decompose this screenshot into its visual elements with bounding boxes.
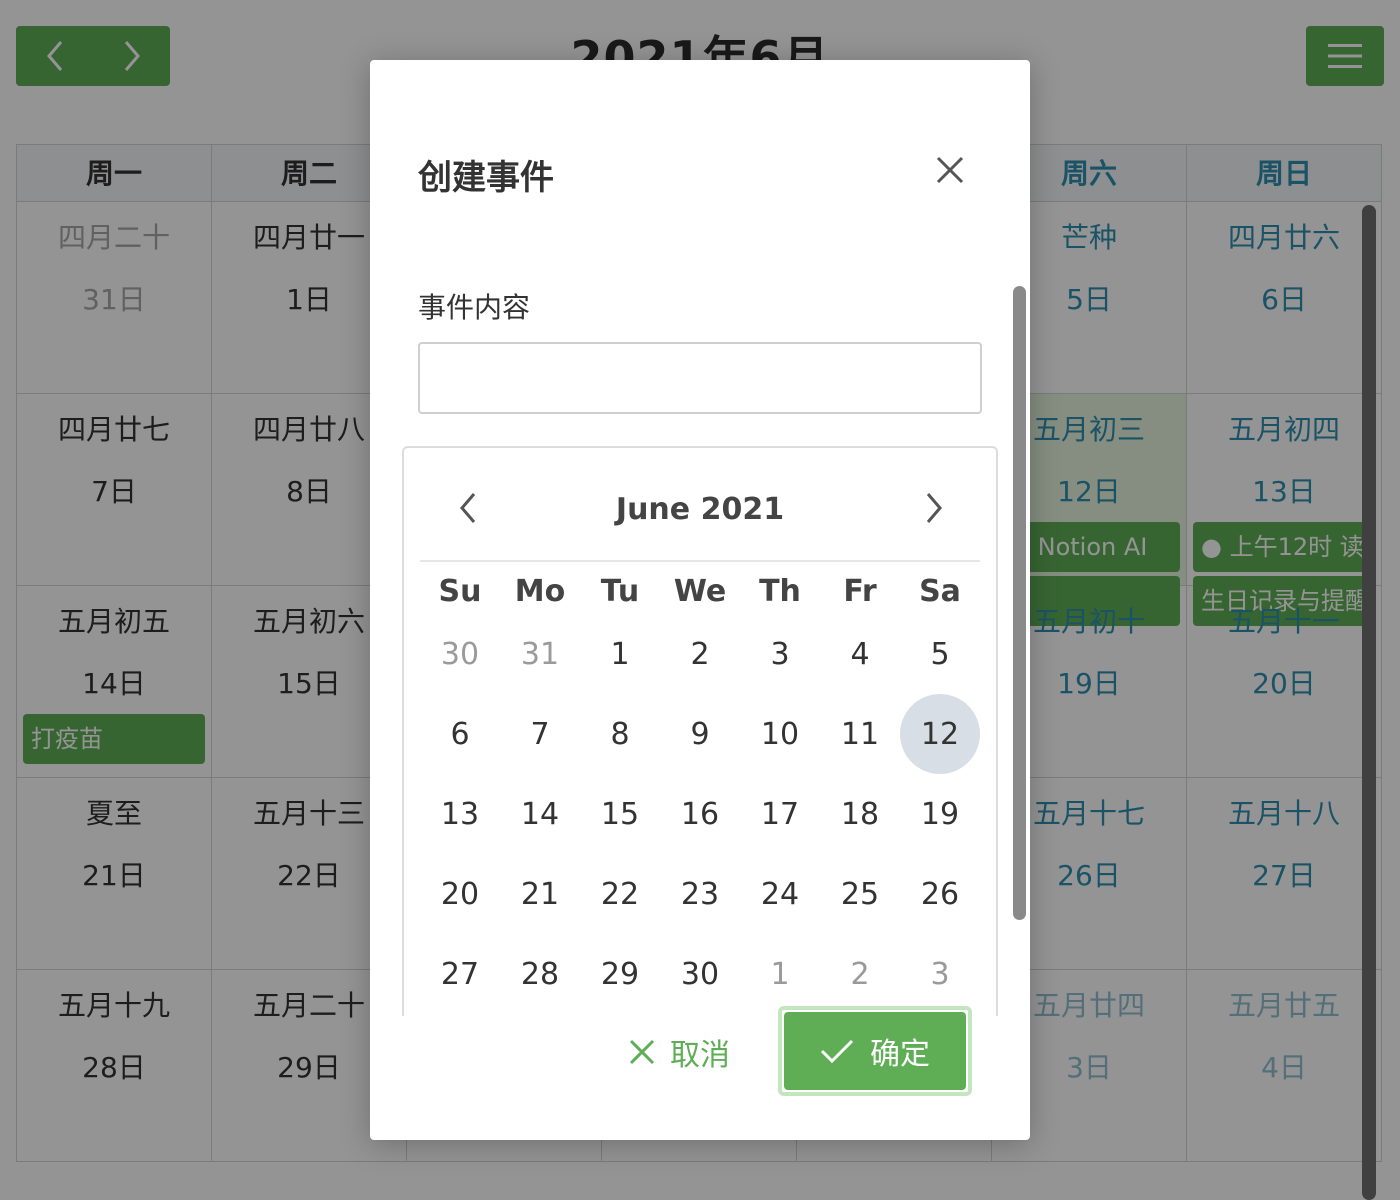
picker-day[interactable]: 18 <box>820 774 900 854</box>
picker-days-grid: 30 31 1 2 3 4 5 6 7 8 9 10 11 12 13 14 15 16 17 18 19 20 21 22 2… <box>420 614 980 1014</box>
picker-next-button[interactable] <box>914 488 954 528</box>
picker-day[interactable]: 15 <box>580 774 660 854</box>
picker-month-label: June 2021 <box>615 492 785 527</box>
picker-day[interactable]: 30 <box>420 614 500 694</box>
picker-day[interactable]: 19 <box>900 774 980 854</box>
picker-day[interactable]: 30 <box>660 934 740 1014</box>
picker-day[interactable]: 17 <box>740 774 820 854</box>
picker-weekday: Th <box>759 574 801 609</box>
picker-day[interactable]: 8 <box>580 694 660 774</box>
picker-day[interactable]: 22 <box>580 854 660 934</box>
picker-day[interactable]: 1 <box>580 614 660 694</box>
picker-weekday: Fr <box>843 574 877 609</box>
picker-day[interactable]: 16 <box>660 774 740 854</box>
close-button[interactable] <box>930 150 970 190</box>
event-content-input[interactable] <box>418 342 982 414</box>
chevron-right-icon <box>926 493 942 523</box>
dialog-scrollbar[interactable] <box>1013 286 1026 920</box>
picker-day[interactable]: 4 <box>820 614 900 694</box>
picker-day[interactable]: 28 <box>500 934 580 1014</box>
picker-day[interactable]: 31 <box>500 614 580 694</box>
picker-header: June 2021 <box>420 448 980 562</box>
cancel-label: 取消 <box>670 1038 730 1073</box>
picker-day[interactable]: 2 <box>820 934 900 1014</box>
picker-day[interactable]: 5 <box>900 614 980 694</box>
picker-weekday: Tu <box>600 574 640 609</box>
check-icon <box>820 1039 854 1064</box>
picker-day[interactable]: 27 <box>420 934 500 1014</box>
picker-day[interactable]: 29 <box>580 934 660 1014</box>
picker-day[interactable]: 10 <box>740 694 820 774</box>
picker-day[interactable]: 3 <box>740 614 820 694</box>
picker-weekday: Su <box>438 574 482 609</box>
picker-day[interactable]: 23 <box>660 854 740 934</box>
picker-day-selected[interactable]: 12 <box>900 694 980 774</box>
picker-day[interactable]: 20 <box>420 854 500 934</box>
close-icon <box>936 156 964 184</box>
picker-day[interactable]: 11 <box>820 694 900 774</box>
x-icon <box>629 1039 655 1065</box>
confirm-button[interactable]: 确定 <box>784 1012 966 1090</box>
picker-day[interactable]: 2 <box>660 614 740 694</box>
picker-day[interactable]: 21 <box>500 854 580 934</box>
dialog-title: 创建事件 <box>418 158 554 198</box>
picker-day[interactable]: 1 <box>740 934 820 1014</box>
picker-day[interactable]: 13 <box>420 774 500 854</box>
picker-day[interactable]: 9 <box>660 694 740 774</box>
picker-day[interactable]: 25 <box>820 854 900 934</box>
picker-day[interactable]: 7 <box>500 694 580 774</box>
create-event-dialog: 创建事件 事件内容 June 2021 Su Mo Tu We Th Fr Sa 30 31 1… <box>370 60 1030 1140</box>
picker-day[interactable]: 24 <box>740 854 820 934</box>
picker-day[interactable]: 14 <box>500 774 580 854</box>
cancel-button[interactable]: 取消 <box>614 1016 744 1088</box>
picker-weekday: Sa <box>919 574 961 609</box>
date-picker: June 2021 Su Mo Tu We Th Fr Sa 30 31 1 2 3 4 5 6 7 8 9 10… <box>402 446 998 1016</box>
picker-weekday: Mo <box>514 574 566 609</box>
picker-day[interactable]: 6 <box>420 694 500 774</box>
event-content-label: 事件内容 <box>418 291 531 324</box>
picker-weekday: We <box>673 574 727 609</box>
picker-weekday-row: Su Mo Tu We Th Fr Sa <box>420 574 980 609</box>
confirm-label: 确定 <box>870 1037 930 1072</box>
picker-day[interactable]: 26 <box>900 854 980 934</box>
picker-day[interactable]: 3 <box>900 934 980 1014</box>
